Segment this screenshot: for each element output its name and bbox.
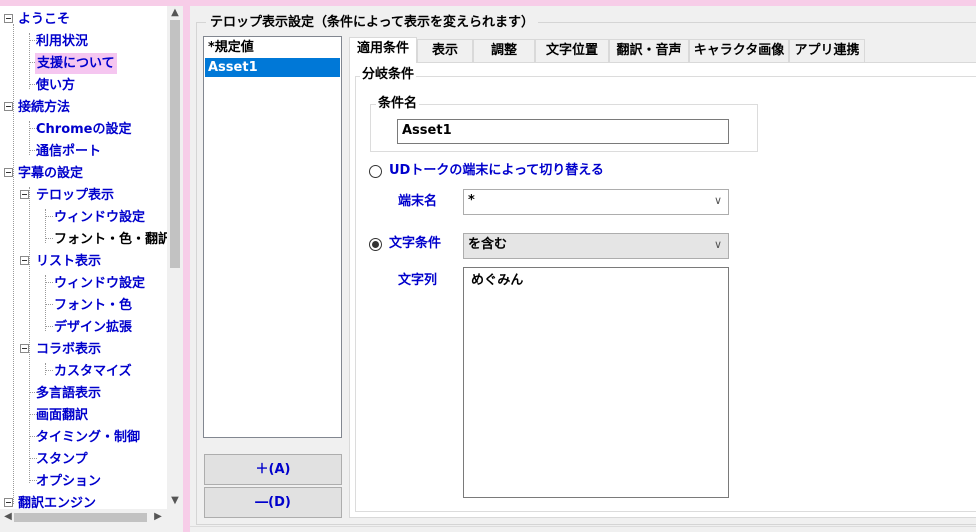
collapse-icon[interactable] <box>20 344 29 353</box>
tab-apply-condition[interactable]: 適用条件 <box>349 37 417 63</box>
tree-line <box>13 24 14 504</box>
tree-item-support[interactable]: 支援について <box>35 53 117 74</box>
tree-item-timing[interactable]: タイミング・制御 <box>36 427 140 448</box>
collapse-icon[interactable] <box>4 102 13 111</box>
tree-item-chrome[interactable]: Chromeの設定 <box>36 119 132 140</box>
collapse-icon[interactable] <box>4 14 13 23</box>
tree-item-list-window[interactable]: ウィンドウ設定 <box>54 273 145 294</box>
tree-item-screen-translate[interactable]: 画面翻訳 <box>36 405 88 426</box>
tab-adjust[interactable]: 調整 <box>473 39 535 62</box>
tree-item-list[interactable]: リスト表示 <box>36 251 101 272</box>
tree-item-usage[interactable]: 利用状況 <box>36 31 88 52</box>
tree-item-port[interactable]: 通信ポート <box>36 141 101 162</box>
tab-character-image[interactable]: キャラクタ画像 <box>689 39 789 62</box>
tab-app-link[interactable]: アプリ連携 <box>789 39 865 62</box>
string-textarea[interactable]: めぐみん <box>463 267 729 498</box>
branch-condition-title: 分岐条件 <box>360 67 417 83</box>
tab-display[interactable]: 表示 <box>417 39 473 62</box>
terminal-name-label: 端末名 <box>398 194 438 209</box>
tree-item-caption[interactable]: 字幕の設定 <box>18 163 83 184</box>
tree-vertical-scroll-thumb[interactable] <box>170 20 180 268</box>
text-condition-radio-label[interactable]: 文字条件 <box>389 235 441 253</box>
add-button[interactable]: ＋(A) <box>204 454 342 485</box>
string-label: 文字列 <box>398 273 438 288</box>
tree-line <box>45 275 46 331</box>
tree-item-list-design[interactable]: デザイン拡張 <box>54 317 132 338</box>
tree-line <box>45 363 46 375</box>
chevron-down-icon[interactable]: ∨ <box>714 190 722 212</box>
collapse-icon[interactable] <box>20 190 29 199</box>
tree-line <box>45 282 53 283</box>
text-condition-radio[interactable] <box>369 238 382 251</box>
list-item[interactable]: *規定値 <box>205 38 340 57</box>
bottom-strip <box>190 526 976 532</box>
tree-line <box>29 33 30 89</box>
match-mode-value: を含む <box>468 237 508 252</box>
tree-line <box>45 326 53 327</box>
tree-item-collab[interactable]: コラボ表示 <box>36 339 101 360</box>
terminal-name-combo[interactable]: * ∨ <box>463 189 729 215</box>
condition-list[interactable]: *規定値 Asset1 <box>203 36 342 438</box>
settings-tree[interactable]: ようこそ 利用状況 支援について 使い方 接続方法 Chromeの設定 通信ポー… <box>0 6 183 526</box>
tab-translate-voice[interactable]: 翻訳・音声 <box>609 39 689 62</box>
tree-item-howto[interactable]: 使い方 <box>36 75 75 96</box>
tree-item-telop-font[interactable]: フォント・色・翻訳 <box>54 229 171 250</box>
delete-button[interactable]: ―(D) <box>204 487 342 518</box>
tree-item-connection[interactable]: 接続方法 <box>18 97 70 118</box>
match-mode-select[interactable]: を含む ∨ <box>463 233 729 259</box>
tree-item-collab-custom[interactable]: カスタマイズ <box>54 361 132 382</box>
scrollbar-corner <box>167 509 183 526</box>
telop-settings-title: テロップ表示設定（条件によって表示を変えられます） <box>206 14 538 32</box>
list-item[interactable]: Asset1 <box>205 58 340 77</box>
tree-line <box>45 370 53 371</box>
tree-line <box>45 238 53 239</box>
tree-item-stamp[interactable]: スタンプ <box>36 449 88 470</box>
scroll-right-icon[interactable]: ▶ <box>150 510 166 524</box>
tree-item-welcome[interactable]: ようこそ <box>18 9 70 30</box>
condition-name-input[interactable]: Asset1 <box>397 119 729 144</box>
tree-item-telop[interactable]: テロップ表示 <box>36 185 114 206</box>
ud-terminal-radio[interactable] <box>369 165 382 178</box>
scroll-down-icon[interactable]: ▼ <box>167 494 183 508</box>
tree-item-option[interactable]: オプション <box>36 471 101 492</box>
tree-line <box>29 187 30 483</box>
condition-name-title: 条件名 <box>376 96 420 112</box>
terminal-name-value: * <box>468 193 475 208</box>
tab-text-position[interactable]: 文字位置 <box>535 39 609 62</box>
collapse-icon[interactable] <box>4 498 13 507</box>
tree-line <box>45 216 53 217</box>
collapse-icon[interactable] <box>20 256 29 265</box>
tree-item-list-font[interactable]: フォント・色 <box>54 295 132 316</box>
bottom-strip-left <box>0 526 183 532</box>
chevron-down-icon[interactable]: ∨ <box>714 234 722 256</box>
tree-item-multilang[interactable]: 多言語表示 <box>36 383 101 404</box>
tree-horizontal-scroll-thumb[interactable] <box>14 513 147 522</box>
collapse-icon[interactable] <box>4 168 13 177</box>
ud-terminal-radio-label[interactable]: UDトークの端末によって切り替える <box>389 162 604 180</box>
tree-item-telop-window[interactable]: ウィンドウ設定 <box>54 207 145 228</box>
tree-line <box>45 304 53 305</box>
splitter[interactable] <box>183 6 190 532</box>
scroll-up-icon[interactable]: ▲ <box>167 6 183 20</box>
